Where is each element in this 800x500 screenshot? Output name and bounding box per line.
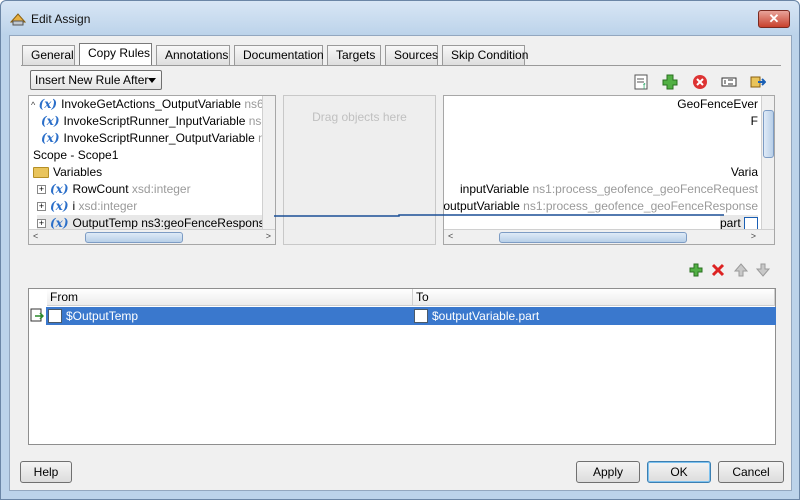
chevron-left-icon[interactable]: < [448,231,453,241]
cell-to: $outputVariable.part [412,307,776,325]
expression-icon [414,309,428,323]
tree-item-label: inputVariable [459,182,530,196]
drag-zone[interactable]: Drag objects here [283,95,436,245]
dialog-body: General Copy Rules Annotations Documenta… [9,35,792,491]
mapping-line [274,214,724,217]
tree-item[interactable]: Scope - Scope1 [33,147,118,164]
tree-item-type: ns3:geoFenceResponse [141,216,272,230]
insert-rule-value: Insert New Rule After [35,73,149,87]
tree-item-label: Scope - Scope1 [33,148,119,162]
tree-item[interactable]: Varia [731,164,758,181]
scroll-thumb[interactable] [763,110,774,158]
variable-icon: (x) [41,114,60,128]
tree-item-type: xsd:integer [131,182,191,196]
tree-item[interactable]: (x)InvokeScriptRunner_OutputVariable ns8… [41,130,275,147]
variable-icon: (x) [50,182,69,196]
delete-rule-icon[interactable] [710,262,726,278]
tree-item[interactable]: + (x) i xsd:integer [37,198,137,215]
tree-item[interactable]: + (x) RowCount xsd:integer [37,181,191,198]
tree-item[interactable]: Variables [33,164,102,181]
rule-type-icon [30,308,44,322]
expand-icon[interactable]: + [37,185,46,195]
tree-item-label: Variables [53,165,103,179]
tree-item[interactable]: (x)InvokeScriptRunner_InputVariable ns8:… [41,113,275,130]
ok-button[interactable]: OK [647,461,711,483]
tab-targets[interactable]: Targets [327,45,381,65]
variable-icon: (x) [38,97,58,111]
tree-item-label: InvokeScriptRunner_OutputVariable [63,131,255,145]
tree-item-label: InvokeGetActions_OutputVariable [61,97,241,111]
add-icon[interactable] [688,262,704,278]
expression-icon [48,309,62,323]
horizontal-scrollbar[interactable]: < > [444,229,774,244]
vertical-scrollbar[interactable] [262,96,275,230]
table-row[interactable]: $OutputTemp $outputVariable.part [46,307,776,325]
cell-from: $OutputTemp [46,307,412,325]
cell-from-value: $OutputTemp [66,309,139,323]
tree-item[interactable]: inputVariable ns1:process_geofence_geoFe… [460,181,758,198]
drag-hint: Drag objects here [312,110,407,124]
tree-item-label: InvokeScriptRunner_InputVariable [63,114,246,128]
close-button[interactable]: ✕ [758,10,790,28]
help-button[interactable]: Help [20,461,72,483]
variable-icon: (x) [50,216,69,230]
scroll-thumb[interactable] [499,232,687,243]
scroll-thumb[interactable] [85,232,183,243]
variable-icon: (x) [50,199,69,213]
tree-item-label: RowCount [72,182,129,196]
tree-item-label: Varia [730,165,758,179]
tree-item-label: OutputTemp [72,216,138,230]
apply-button[interactable]: Apply [576,461,640,483]
delete-icon[interactable] [692,74,708,90]
tab-copy-rules[interactable]: Copy Rules [79,43,152,66]
chevron-up-icon[interactable]: ^ [31,100,35,110]
expand-icon[interactable]: + [37,202,46,212]
tab-skip-condition[interactable]: Skip Condition [442,45,528,65]
folder-icon [33,167,49,179]
chevron-left-icon[interactable]: < [33,231,38,241]
tree-item-type: xsd:integer [78,199,138,213]
bulk-icon[interactable] [750,74,766,90]
chevron-down-icon [148,78,156,83]
tree-item-type: ns1:process_geofence_geoFenceResponse [523,199,758,213]
variable-icon: (x) [41,131,60,145]
title-bar: Edit Assign ✕ [1,1,799,35]
tab-general[interactable]: General [22,45,75,65]
cancel-button[interactable]: Cancel [718,461,784,483]
column-header-from[interactable]: From [47,289,413,306]
move-up-icon[interactable] [733,262,749,278]
tree-item-label: GeoFenceEver [677,97,758,111]
column-header-to[interactable]: To [413,289,775,306]
tree-item-label: F [750,114,758,128]
tree-item-label: i [72,199,76,213]
xml-fragment-icon[interactable] [662,74,678,90]
window-title: Edit Assign [31,12,91,26]
expand-icon[interactable]: + [37,219,46,229]
tree-item-type: ns1:process_geofence_geoFenceRequest [532,182,759,196]
expression-icon[interactable]: f [634,74,650,90]
tree-item[interactable]: GeoFenceEver [677,96,758,113]
chevron-right-icon[interactable]: > [266,231,271,241]
tab-sources[interactable]: Sources [385,45,438,65]
insert-rule-dropdown[interactable]: Insert New Rule After [30,70,162,90]
move-down-icon[interactable] [755,262,771,278]
tree-item[interactable]: ^ (x) InvokeGetActions_OutputVariable ns6… [31,96,275,113]
vertical-scrollbar[interactable] [761,96,774,230]
target-tree[interactable]: GeoFenceEver F Varia inputVariable ns1:p… [443,95,775,245]
chevron-right-icon[interactable]: > [751,231,756,241]
cell-to-value: $outputVariable.part [432,309,540,323]
literal-icon[interactable] [721,74,737,90]
edit-assign-dialog: Edit Assign ✕ General Copy Rules Annotat… [0,0,800,500]
tree-item-label: outputVariable [443,199,520,213]
source-tree[interactable]: ^ (x) InvokeGetActions_OutputVariable ns6… [28,95,276,245]
tree-item[interactable]: F [751,113,758,130]
horizontal-scrollbar[interactable]: < > [29,229,275,244]
tab-documentation[interactable]: Documentation [234,45,324,65]
tab-annotations[interactable]: Annotations [156,45,230,65]
app-icon [10,13,26,26]
